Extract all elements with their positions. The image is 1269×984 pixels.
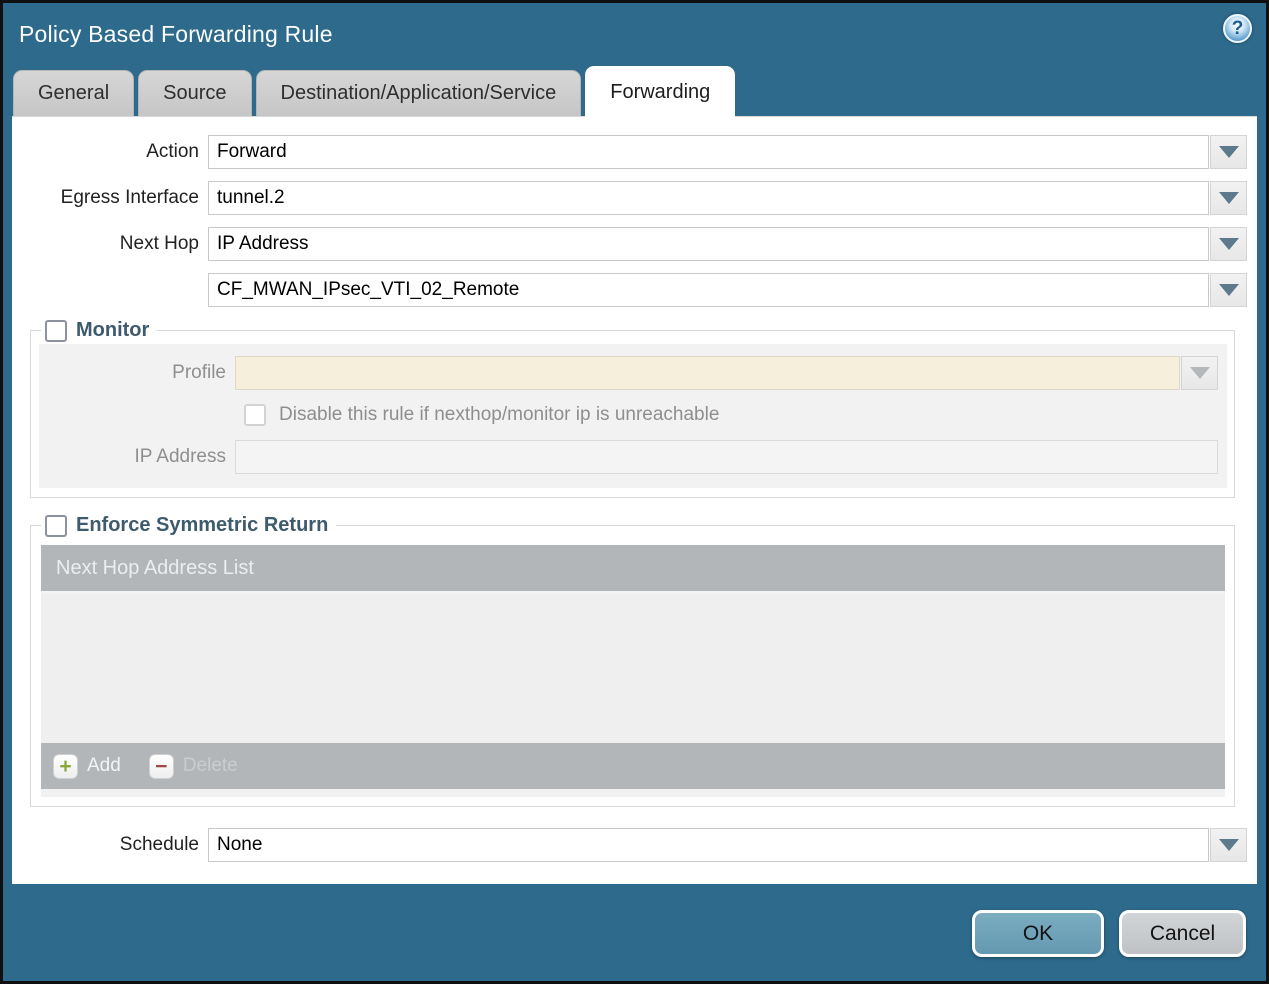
profile-label: Profile bbox=[172, 362, 226, 383]
next-hop-label: Next Hop bbox=[119, 233, 199, 254]
chevron-down-icon bbox=[1218, 238, 1239, 250]
next-hop-address-row bbox=[12, 273, 1247, 307]
chevron-down-icon bbox=[1218, 839, 1239, 851]
monitor-fieldset: Monitor Profile Disable this rule if nex… bbox=[30, 319, 1235, 498]
symmetric-return-legend-label: Enforce Symmetric Return bbox=[76, 514, 329, 536]
table-body[interactable] bbox=[41, 591, 1225, 743]
tab-source-label: Source bbox=[163, 82, 227, 104]
chevron-down-icon bbox=[1218, 284, 1239, 296]
table-toolbar: + Add − Delete bbox=[41, 743, 1225, 789]
schedule-row: Schedule bbox=[12, 828, 1247, 862]
dialog-titlebar: Policy Based Forwarding Rule ? bbox=[3, 3, 1266, 65]
action-input[interactable] bbox=[208, 135, 1209, 169]
tab-forwarding-label: Forwarding bbox=[610, 80, 711, 103]
disable-rule-label: Disable this rule if nexthop/monitor ip … bbox=[279, 404, 720, 425]
help-icon[interactable]: ? bbox=[1223, 14, 1252, 43]
cancel-button[interactable]: Cancel bbox=[1119, 910, 1246, 957]
monitor-panel: Profile Disable this rule if nexthop/mon… bbox=[39, 344, 1227, 488]
help-glyph: ? bbox=[1231, 17, 1244, 39]
action-label: Action bbox=[146, 141, 199, 162]
add-button[interactable]: + Add bbox=[53, 753, 121, 779]
next-hop-address-dropdown-button[interactable] bbox=[1210, 273, 1247, 307]
add-button-label: Add bbox=[87, 755, 121, 776]
monitor-legend: Monitor bbox=[41, 319, 157, 342]
profile-row: Profile bbox=[39, 356, 1227, 390]
dialog-footer: OK Cancel bbox=[3, 884, 1266, 981]
chevron-down-icon bbox=[1218, 192, 1239, 204]
delete-button-label: Delete bbox=[182, 755, 238, 776]
disable-rule-row: Disable this rule if nexthop/monitor ip … bbox=[244, 404, 1227, 426]
table-header-label: Next Hop Address List bbox=[56, 556, 254, 579]
schedule-label: Schedule bbox=[119, 834, 199, 855]
monitor-ip-address-label: IP Address bbox=[134, 446, 226, 467]
minus-icon: − bbox=[148, 753, 174, 779]
tab-general-label: General bbox=[38, 82, 110, 104]
egress-interface-input[interactable] bbox=[208, 181, 1209, 215]
next-hop-address-list-table: Next Hop Address List + Add − Delete bbox=[41, 545, 1225, 797]
tab-bar: General Source Destination/Application/S… bbox=[3, 65, 1266, 117]
symmetric-return-fieldset: Enforce Symmetric Return Next Hop Addres… bbox=[30, 514, 1235, 807]
ok-button[interactable]: OK bbox=[972, 910, 1104, 957]
tab-forwarding[interactable]: Forwarding bbox=[585, 66, 736, 117]
dialog-title: Policy Based Forwarding Rule bbox=[19, 20, 333, 47]
monitor-legend-label: Monitor bbox=[76, 319, 150, 341]
table-header: Next Hop Address List bbox=[41, 545, 1225, 591]
egress-interface-label: Egress Interface bbox=[60, 187, 199, 208]
schedule-input[interactable] bbox=[208, 828, 1209, 862]
disable-rule-checkbox bbox=[244, 404, 266, 426]
profile-dropdown-button bbox=[1181, 356, 1218, 390]
tab-source[interactable]: Source bbox=[138, 70, 252, 116]
next-hop-row: Next Hop bbox=[12, 227, 1247, 261]
table-bottom-strip bbox=[41, 789, 1225, 797]
profile-input bbox=[235, 356, 1180, 390]
action-row: Action bbox=[12, 135, 1247, 169]
monitor-ip-address-input bbox=[235, 440, 1218, 474]
symmetric-return-legend: Enforce Symmetric Return bbox=[41, 514, 336, 537]
next-hop-address-input[interactable] bbox=[208, 273, 1209, 307]
next-hop-type-input[interactable] bbox=[208, 227, 1209, 261]
symmetric-return-checkbox[interactable] bbox=[45, 514, 67, 537]
action-dropdown-button[interactable] bbox=[1210, 135, 1247, 169]
tab-destination-label: Destination/Application/Service bbox=[280, 82, 557, 104]
chevron-down-icon bbox=[1218, 146, 1239, 158]
monitor-ip-address-row: IP Address bbox=[39, 440, 1227, 474]
tab-general[interactable]: General bbox=[13, 70, 135, 116]
monitor-checkbox[interactable] bbox=[45, 319, 67, 342]
pbf-rule-dialog: Policy Based Forwarding Rule ? General S… bbox=[0, 0, 1269, 984]
chevron-down-icon bbox=[1189, 367, 1210, 379]
plus-icon: + bbox=[53, 753, 78, 779]
egress-interface-row: Egress Interface bbox=[12, 181, 1247, 215]
forwarding-tab-panel: Action Egress Interface Next Hop bbox=[12, 116, 1257, 884]
next-hop-type-dropdown-button[interactable] bbox=[1210, 227, 1247, 261]
tab-destination-application-service[interactable]: Destination/Application/Service bbox=[255, 70, 582, 116]
schedule-dropdown-button[interactable] bbox=[1210, 828, 1247, 862]
delete-button: − Delete bbox=[148, 753, 238, 779]
egress-interface-dropdown-button[interactable] bbox=[1210, 181, 1247, 215]
